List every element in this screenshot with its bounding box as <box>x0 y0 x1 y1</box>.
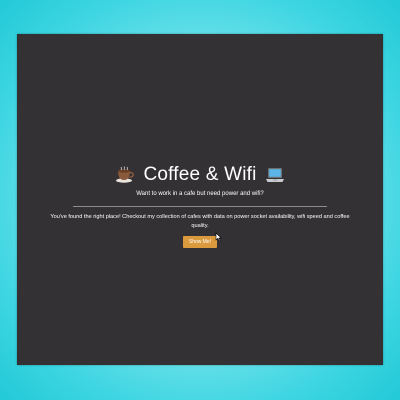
title-row: Coffee & Wifi <box>17 162 383 188</box>
description: You've found the right place! Checkout m… <box>50 214 350 229</box>
mouse-pointer-icon <box>215 229 223 242</box>
app-window: Coffee & Wifi Want to work in a cafe but… <box>17 34 383 365</box>
coffee-cup-icon <box>115 166 135 184</box>
laptop-icon <box>265 166 285 184</box>
divider <box>73 206 327 207</box>
subtitle: Want to work in a cafe but need power an… <box>136 191 264 197</box>
show-me-button[interactable]: Show Me! <box>182 236 218 248</box>
page-title: Coffee & Wifi <box>143 164 257 185</box>
hero-section: Coffee & Wifi Want to work in a cafe but… <box>17 162 383 248</box>
